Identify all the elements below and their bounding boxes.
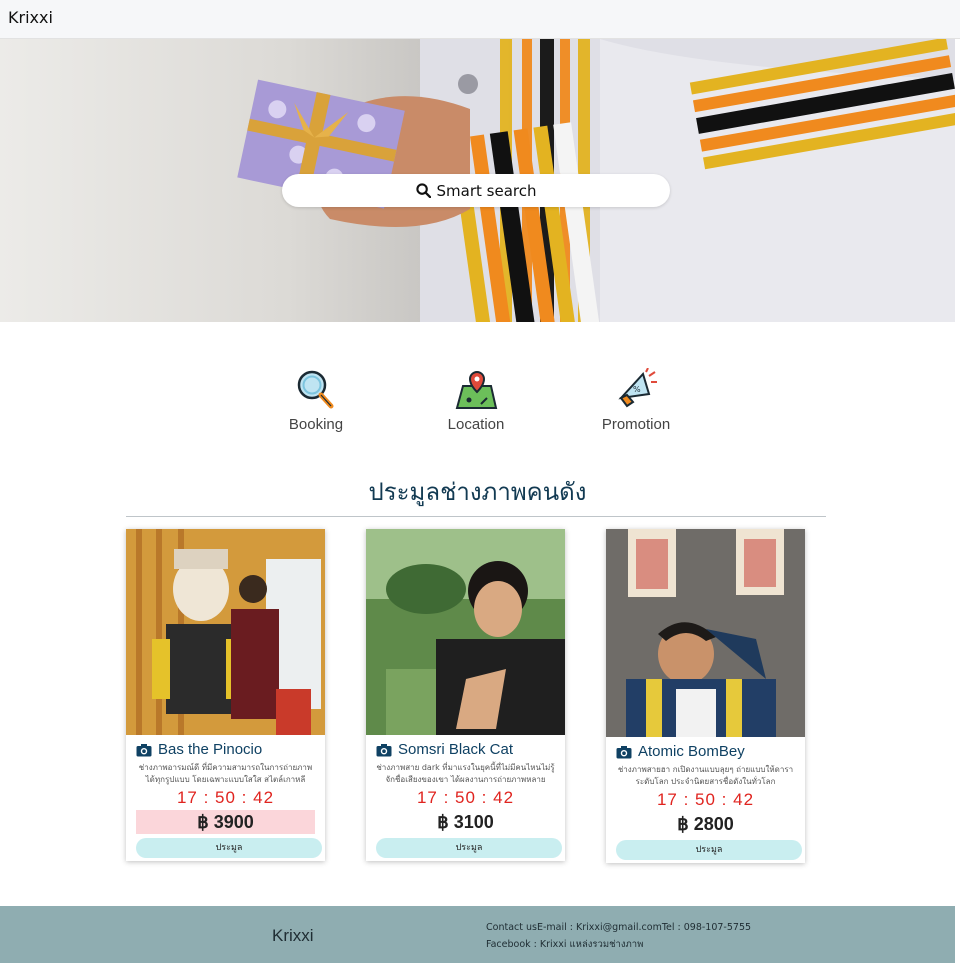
menu-label-location: Location <box>447 416 505 433</box>
photographer-name-row: Somsri Black Cat <box>366 735 565 758</box>
camera-icon <box>616 745 632 758</box>
photographer-name: Bas the Pinocio <box>158 741 263 758</box>
brand-logo[interactable]: Krixxi <box>8 8 53 27</box>
menu-label-booking: Booking <box>288 416 344 433</box>
photographer-description: ช่างภาพสาย dark ที่มาแรงในยุคนี้ที่ไม่มี… <box>376 763 555 784</box>
map-pin-icon <box>455 370 498 409</box>
menu-booking[interactable]: Booking <box>261 368 371 433</box>
auction-timer: 17 : 50 : 42 <box>176 788 275 807</box>
svg-text:%: % <box>633 385 641 394</box>
camera-icon <box>136 743 152 756</box>
photographer-photo <box>126 529 325 735</box>
bid-button[interactable]: ประมูล <box>616 840 802 860</box>
photographer-card: Bas the Pinocio ช่างภาพอารมณ์ดี ที่มีควา… <box>126 529 325 861</box>
photographer-name: Atomic BomBey <box>638 743 745 760</box>
smart-search-button[interactable]: Smart search <box>282 174 670 207</box>
smart-search-label: Smart search <box>436 181 537 200</box>
auction-timer: 17 : 50 : 42 <box>656 790 755 809</box>
photographer-photo <box>366 529 565 735</box>
section-title: ประมูลช่างภาพคนดัง <box>368 479 587 506</box>
navbar: Krixxi <box>0 0 960 39</box>
footer-brand: Krixxi <box>272 926 314 945</box>
photographer-name-row: Atomic BomBey <box>606 737 805 760</box>
photographer-description: ช่างภาพสายฮา กเปิดงานแบบลุยๆ ถ่ายแบบให้ด… <box>617 765 794 786</box>
footer-facebook: Facebook : Krixxi แหล่งรวมช่างภาพ <box>486 939 644 950</box>
photographer-card: Somsri Black Cat ช่างภาพสาย dark ที่มาแร… <box>366 529 565 861</box>
hero-banner: Smart search <box>0 39 955 322</box>
camera-icon <box>376 743 392 756</box>
auction-price: ฿ 2800 <box>677 814 734 834</box>
photographer-description: ช่างภาพอารมณ์ดี ที่มีความสามารถในการถ่าย… <box>138 763 313 784</box>
section-divider <box>126 516 826 517</box>
search-icon <box>415 183 431 198</box>
photographer-name-row: Bas the Pinocio <box>126 735 325 758</box>
menu-location[interactable]: Location <box>421 368 531 433</box>
photographer-photo <box>606 529 805 737</box>
auction-price: ฿ 3100 <box>437 812 494 832</box>
menu-promotion[interactable]: % Promotion <box>581 368 691 433</box>
menu-label-promotion: Promotion <box>601 416 671 433</box>
bid-button[interactable]: ประมูล <box>136 838 322 858</box>
auction-timer: 17 : 50 : 42 <box>416 788 515 807</box>
auction-price: ฿ 3900 <box>136 810 315 834</box>
photographer-card: Atomic BomBey ช่างภาพสายฮา กเปิดงานแบบลุ… <box>606 529 805 863</box>
footer: Krixxi Contact usE-mail : Krixxi@gmail.c… <box>0 906 955 963</box>
bid-button[interactable]: ประมูล <box>376 838 562 858</box>
magnifier-icon <box>297 370 334 409</box>
footer-contact: Contact usE-mail : Krixxi@gmail.comTel :… <box>486 922 752 933</box>
photographer-name: Somsri Black Cat <box>398 741 514 758</box>
megaphone-icon: % <box>618 368 657 408</box>
